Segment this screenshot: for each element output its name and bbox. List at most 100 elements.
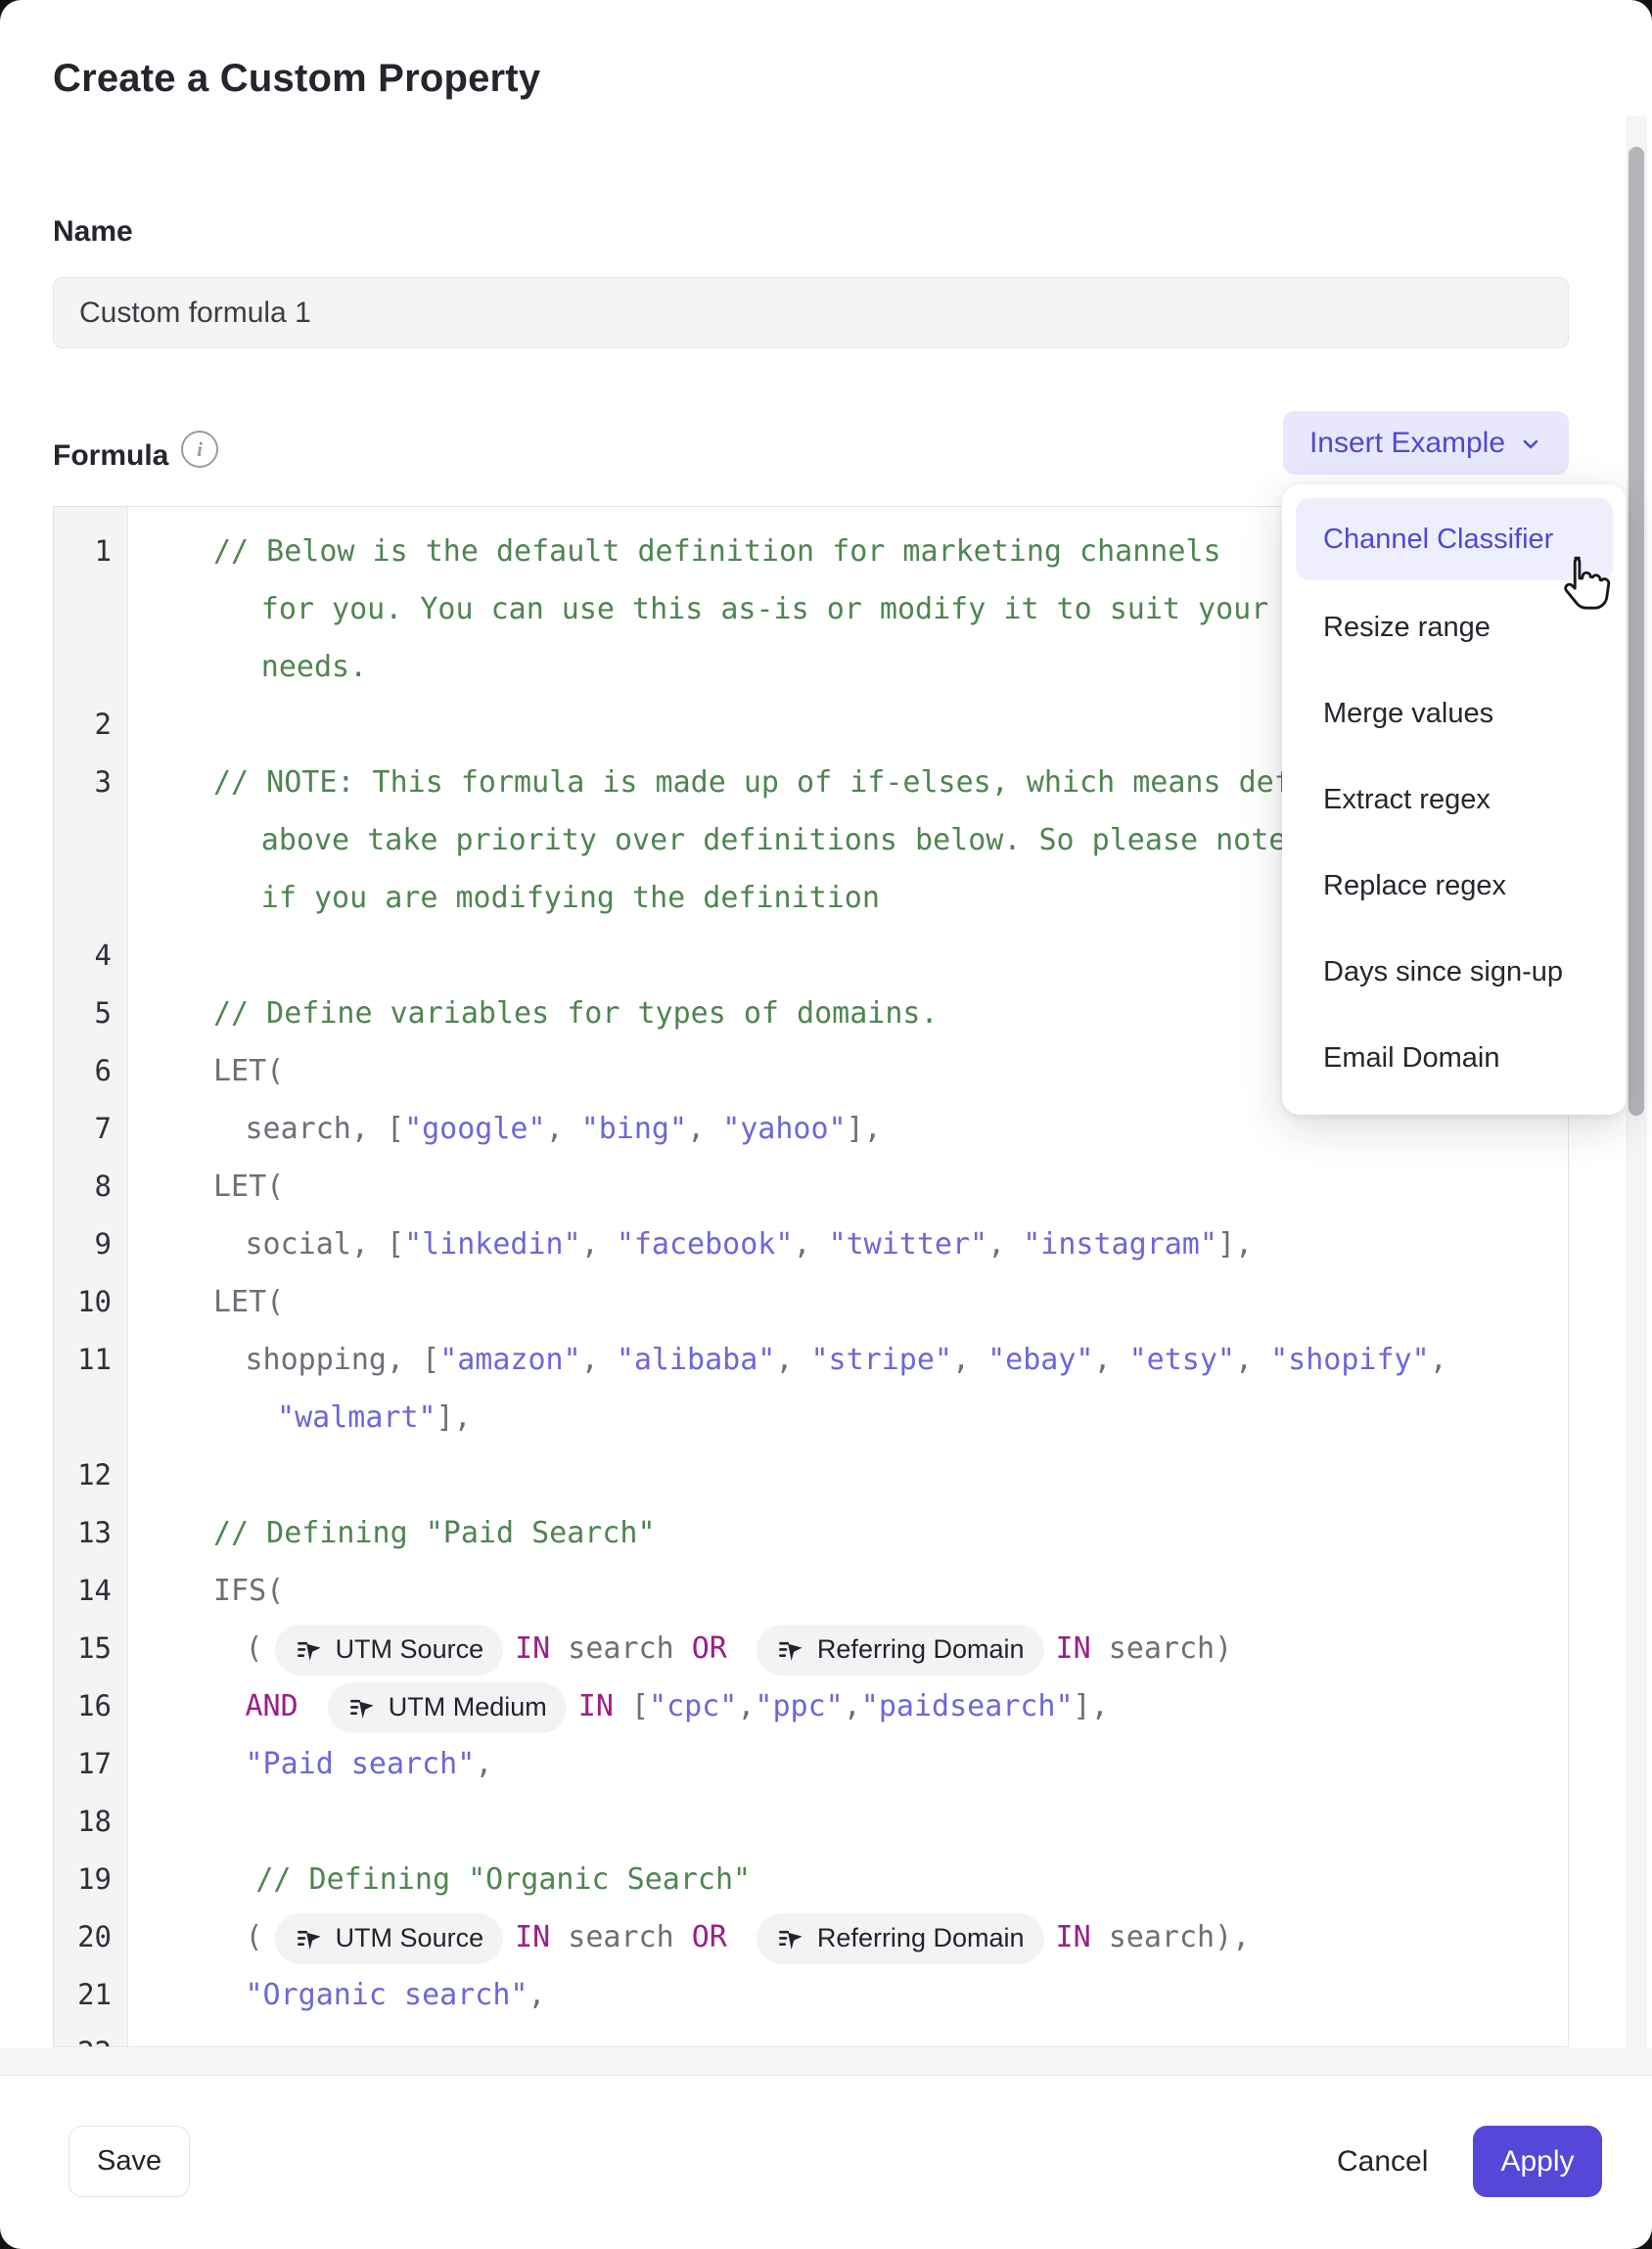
code-row: "walmart"], [54,1389,1568,1446]
code-token: , [952,1343,987,1377]
line-number: 19 [54,1851,127,1908]
code-row: 21"Organic search", [54,1966,1568,2024]
property-icon [776,1635,805,1665]
code-token: search) [1091,1631,1233,1666]
code-token: LET( [213,1285,284,1319]
code-text: // Defining "Paid Search" [127,1504,1568,1562]
code-comment: above take priority over definitions bel… [261,823,1287,857]
code-keyword: IN [515,1631,550,1666]
property-icon [347,1693,377,1722]
line-number: 20 [54,1908,127,1966]
code-token: search [550,1631,692,1666]
code-token: , [1094,1343,1129,1377]
code-keyword: OR [692,1920,727,1954]
property-chip[interactable]: UTM Source [275,1625,504,1675]
dropdown-item-email-domain[interactable]: Email Domain [1296,1015,1613,1101]
line-number: 11 [54,1331,127,1389]
code-token: ], [1217,1227,1253,1262]
property-chip[interactable]: UTM Source [275,1913,504,1964]
code-row: 18 [54,1793,1568,1851]
property-chip-label: Referring Domain [817,1909,1025,1966]
line-number [54,1389,127,1446]
code-comment: // Defining "Organic Search" [255,1862,751,1897]
code-text: LET( [127,1158,1568,1216]
code-string: "Organic search" [246,1978,528,2012]
line-number: 1 [54,523,127,580]
line-number [54,638,127,696]
code-text: shopping, ["amazon", "alibaba", "stripe"… [127,1331,1568,1389]
code-token: , [987,1227,1023,1262]
code-string: "facebook" [617,1227,794,1262]
line-number: 2 [54,696,127,754]
code-token [727,1631,745,1666]
code-text: AND UTM MediumIN ["cpc","ppc","paidsearc… [127,1677,1568,1735]
code-row: 14IFS( [54,1562,1568,1620]
dropdown-item-channel-classifier[interactable]: Channel Classifier [1296,498,1613,580]
code-string: "Paid search" [246,1747,476,1781]
code-string: "ppc" [755,1689,843,1723]
line-number: 15 [54,1620,127,1677]
property-chip[interactable]: Referring Domain [757,1913,1044,1964]
property-icon [295,1924,324,1953]
code-string: "google" [404,1112,546,1146]
property-chip[interactable]: Referring Domain [757,1625,1044,1675]
code-token [298,1689,316,1723]
modal-scrollbar-thumb[interactable] [1629,147,1644,1116]
line-number: 14 [54,1562,127,1620]
code-token: , [793,1227,828,1262]
code-token: ], [436,1400,472,1435]
code-row: 19 // Defining "Organic Search" [54,1851,1568,1908]
line-number: 9 [54,1216,127,1273]
line-number: 12 [54,1446,127,1504]
code-text: LET( [127,1273,1568,1331]
code-token [727,1920,745,1954]
line-number [54,580,127,638]
code-string: "ebay" [987,1343,1093,1377]
cancel-button[interactable]: Cancel [1323,2126,1442,2197]
dropdown-item-resize-range[interactable]: Resize range [1296,584,1613,670]
code-comment: // Defining "Paid Search" [213,1516,656,1550]
code-text [127,2024,1568,2047]
name-input[interactable] [53,277,1569,348]
line-number: 18 [54,1793,127,1851]
dropdown-item-replace-regex[interactable]: Replace regex [1296,843,1613,929]
code-token: , [546,1112,581,1146]
apply-button[interactable]: Apply [1473,2126,1602,2197]
code-row: 15(UTM SourceIN search OR Referring Doma… [54,1620,1568,1677]
insert-example-dropdown: Channel ClassifierResize rangeMerge valu… [1282,484,1627,1115]
line-number: 5 [54,985,127,1042]
content-bottom-band [0,2048,1652,2076]
code-token: ], [1074,1689,1109,1723]
property-chip-label: Referring Domain [817,1621,1025,1677]
insert-example-button[interactable]: Insert Example [1283,411,1569,475]
code-keyword: IN [578,1689,614,1723]
insert-example-label: Insert Example [1309,427,1505,460]
code-token: [ [614,1689,649,1723]
code-string: "amazon" [439,1343,581,1377]
code-token: , [1235,1343,1270,1377]
code-comment: // Below is the default definition for m… [213,534,1221,569]
code-token: , [844,1689,861,1723]
dropdown-item-extract-regex[interactable]: Extract regex [1296,757,1613,843]
code-text [127,1446,1568,1504]
code-token: LET( [213,1170,284,1204]
formula-label: Formula [53,439,168,473]
info-icon[interactable]: i [181,431,218,468]
code-token: shopping, [ [246,1343,440,1377]
property-chip[interactable]: UTM Medium [328,1682,567,1733]
dropdown-item-merge-values[interactable]: Merge values [1296,670,1613,757]
code-row: 16AND UTM MediumIN ["cpc","ppc","paidsea… [54,1677,1568,1735]
save-button[interactable]: Save [69,2126,190,2197]
name-label: Name [53,215,133,249]
code-row: 17"Paid search", [54,1735,1568,1793]
dropdown-item-days-since-sign-up[interactable]: Days since sign-up [1296,929,1613,1015]
code-comment: // Define variables for types of domains… [213,996,939,1031]
code-string: "yahoo" [722,1112,846,1146]
code-text: "walmart"], [127,1389,1568,1446]
line-number: 16 [54,1677,127,1735]
code-token: search, [ [246,1112,405,1146]
code-string: "bing" [581,1112,687,1146]
code-row: 22 [54,2024,1568,2047]
code-token: , [687,1112,722,1146]
line-number: 4 [54,927,127,985]
